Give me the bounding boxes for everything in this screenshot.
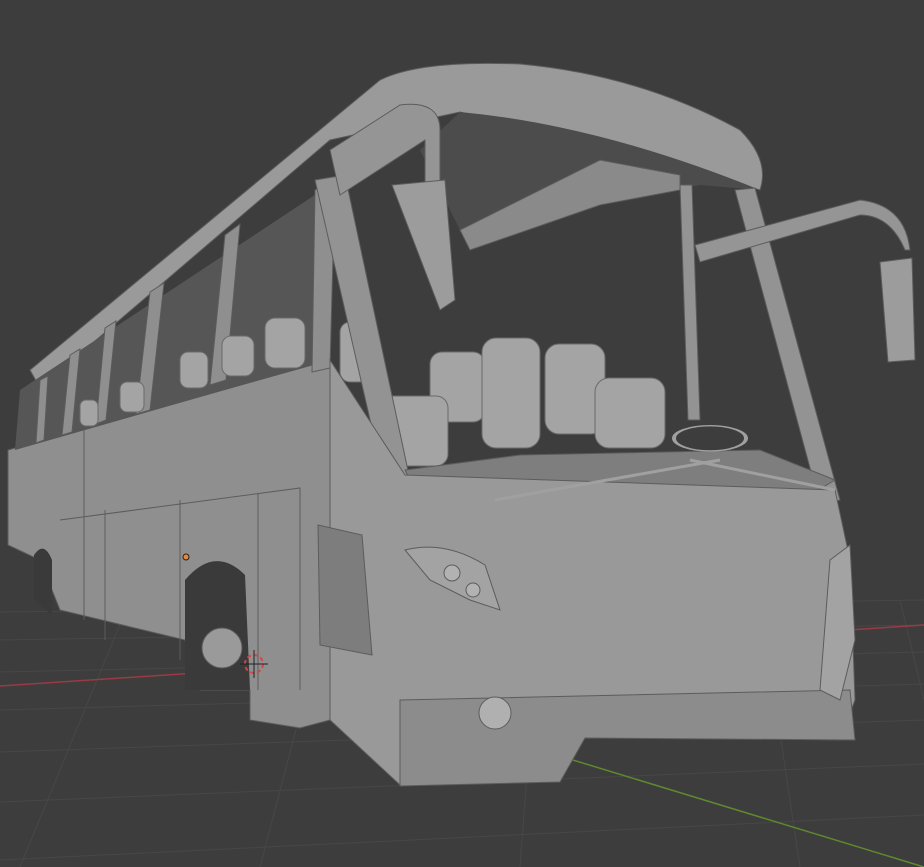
front-wheel-arch (185, 561, 250, 690)
headlight-lamp-1 (443, 564, 461, 582)
mirror-right (879, 257, 916, 363)
mirror-left (391, 179, 456, 311)
y-axis-line (539, 749, 924, 867)
mirror-right-arm (694, 199, 911, 263)
front-center-pillar (679, 184, 701, 421)
front-wheel-hub (201, 627, 243, 669)
bus-model[interactable] (7, 62, 916, 787)
steering-wheel (672, 425, 748, 452)
fog-lamp-left (478, 696, 512, 730)
viewport-canvas[interactable] (0, 0, 924, 867)
object-origin-marker (182, 553, 190, 561)
3d-viewport[interactable] (0, 0, 924, 867)
headlight-lamp-2 (465, 582, 481, 598)
front-bumper (399, 689, 856, 787)
rear-wheel-arch (34, 548, 52, 615)
